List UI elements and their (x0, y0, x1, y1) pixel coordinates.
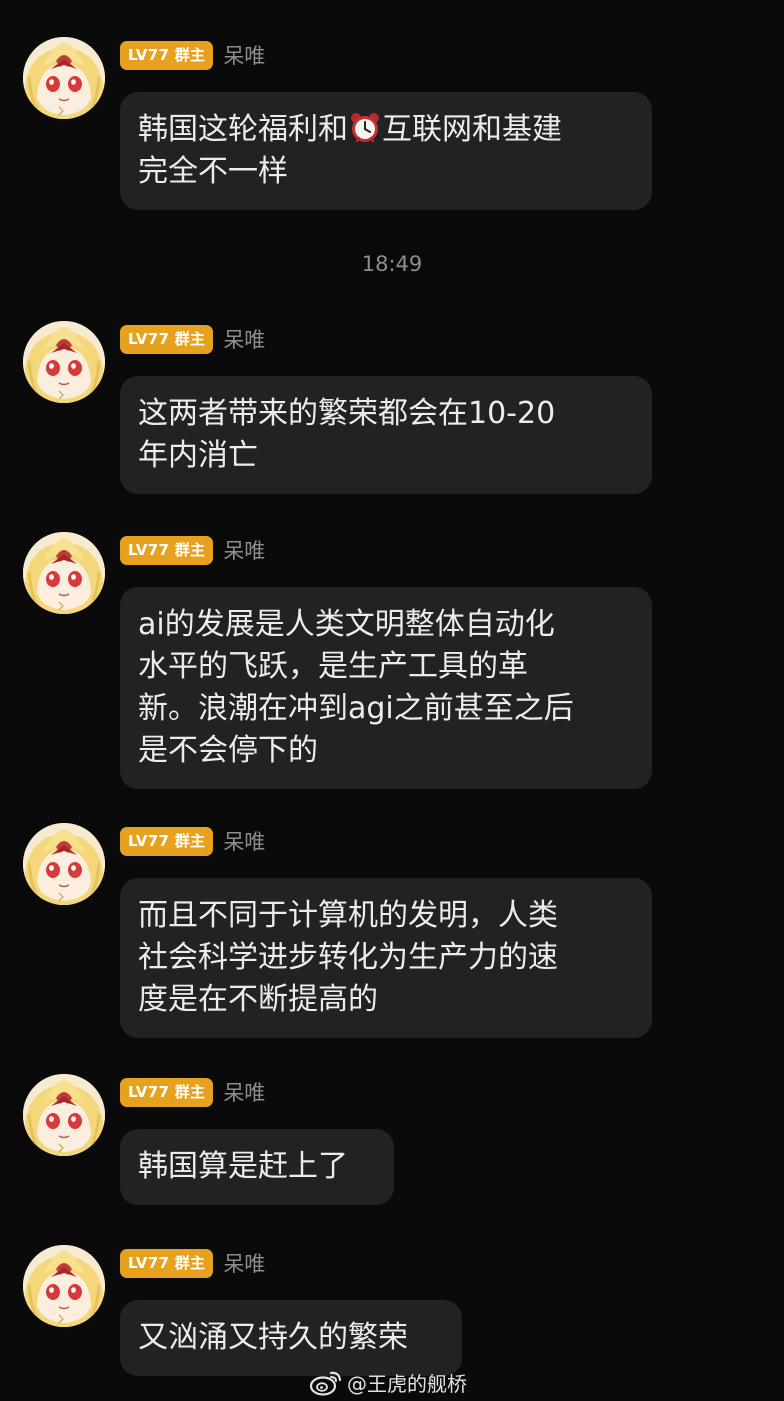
message-text: 又汹涌又持久的繁荣 (138, 1320, 408, 1355)
avatar[interactable] (23, 1074, 105, 1156)
message-line: 水平的飞跃，是生产工具的革 (138, 646, 634, 688)
anime-girl-avatar-icon (23, 37, 105, 119)
message-text: 年内消亡 (138, 438, 258, 473)
message-line: 新。浪潮在冲到agi之前甚至之后 (138, 688, 634, 730)
message-bubble[interactable]: 韩国算是赶上了 (120, 1129, 394, 1205)
message-text: 韩国算是赶上了 (138, 1149, 348, 1184)
message-line: 韩国这轮福利和 互联网和基建 (138, 109, 634, 151)
avatar[interactable] (23, 532, 105, 614)
message-line: 年内消亡 (138, 435, 634, 477)
message-line: 社会科学进步转化为生产力的速 (138, 937, 634, 979)
message-line: 而且不同于计算机的发明，人类 (138, 895, 634, 937)
message-line: 是不会停下的 (138, 730, 634, 772)
message-text: 是不会停下的 (138, 733, 318, 768)
message-line: 韩国算是赶上了 (138, 1146, 376, 1188)
sender-name[interactable]: 呆唯 (223, 324, 265, 354)
message-bubble[interactable]: 这两者带来的繁荣都会在10-20 年内消亡 (120, 376, 652, 494)
message-line: 度是在不断提高的 (138, 979, 634, 1021)
message-text: 而且不同于计算机的发明，人类 (138, 898, 558, 933)
sender-row: LV77 群主 呆唯 (120, 1248, 265, 1278)
level-badge: LV77 群主 (120, 535, 214, 565)
message-text: 新。浪潮在冲到agi之前甚至之后 (138, 691, 574, 726)
sender-name[interactable]: 呆唯 (223, 1077, 265, 1107)
message-line: 完全不一样 (138, 151, 634, 193)
message-text: 社会科学进步转化为生产力的速 (138, 940, 558, 975)
avatar[interactable] (23, 37, 105, 119)
anime-girl-avatar-icon (23, 1074, 105, 1156)
sender-row: LV77 群主 呆唯 (120, 40, 265, 70)
weibo-logo-icon (309, 1371, 342, 1396)
message-text: 完全不一样 (138, 154, 288, 189)
sender-row: LV77 群主 呆唯 (120, 1077, 265, 1107)
message-text: 度是在不断提高的 (138, 982, 378, 1017)
message-bubble[interactable]: 又汹涌又持久的繁荣 (120, 1300, 462, 1376)
alarm-clock-icon (351, 113, 379, 143)
sender-name[interactable]: 呆唯 (223, 40, 265, 70)
level-badge: LV77 群主 (120, 1248, 214, 1278)
anime-girl-avatar-icon (23, 532, 105, 614)
sender-row: LV77 群主 呆唯 (120, 324, 265, 354)
sender-name[interactable]: 呆唯 (223, 826, 265, 856)
message-bubble[interactable]: ai的发展是人类文明整体自动化 水平的飞跃，是生产工具的革新。浪潮在冲到agi之前… (120, 587, 652, 789)
message-bubble[interactable]: 韩国这轮福利和 互联网和基建 完全不一样 (120, 92, 652, 210)
avatar[interactable] (23, 1245, 105, 1327)
anime-girl-avatar-icon (23, 823, 105, 905)
timestamp: 18:49 (361, 252, 423, 276)
level-badge: LV77 群主 (120, 826, 214, 856)
level-badge: LV77 群主 (120, 1077, 214, 1107)
message-text: 互联网和基建 (382, 112, 562, 147)
message-bubble[interactable]: 而且不同于计算机的发明，人类 社会科学进步转化为生产力的速 度是在不断提高的 (120, 878, 652, 1038)
sender-name[interactable]: 呆唯 (223, 1248, 265, 1278)
message-line: 这两者带来的繁荣都会在10-20 (138, 393, 634, 435)
avatar[interactable] (23, 823, 105, 905)
anime-girl-avatar-icon (23, 1245, 105, 1327)
message-line: ai的发展是人类文明整体自动化 (138, 604, 634, 646)
message-text: ai的发展是人类文明整体自动化 (138, 607, 555, 642)
level-badge: LV77 群主 (120, 324, 214, 354)
level-badge: LV77 群主 (120, 40, 214, 70)
sender-name[interactable]: 呆唯 (223, 535, 265, 565)
anime-girl-avatar-icon (23, 321, 105, 403)
message-line: 又汹涌又持久的繁荣 (138, 1317, 444, 1359)
avatar[interactable] (23, 321, 105, 403)
sender-row: LV77 群主 呆唯 (120, 535, 265, 565)
message-text: 这两者带来的繁荣都会在10-20 (138, 396, 556, 431)
sender-row: LV77 群主 呆唯 (120, 826, 265, 856)
watermark-text: @王虎的舰桥 (347, 1371, 467, 1396)
watermark: @王虎的舰桥 (309, 1366, 467, 1398)
message-text: 水平的飞跃，是生产工具的革 (138, 649, 528, 684)
message-text: 韩国这轮福利和 (138, 112, 348, 147)
